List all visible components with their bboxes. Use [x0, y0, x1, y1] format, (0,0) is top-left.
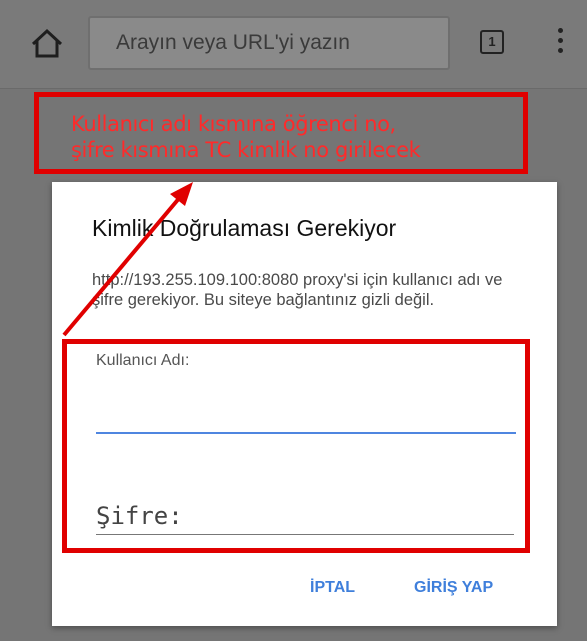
username-field[interactable]	[96, 394, 516, 434]
login-button[interactable]: GİRİŞ YAP	[408, 575, 499, 601]
password-field[interactable]	[96, 498, 514, 535]
dialog-title: Kimlik Doğrulaması Gerekiyor	[92, 215, 397, 241]
annotation-line-1: Kullanıcı adı kısmına öğrenci no,	[71, 112, 396, 136]
url-input[interactable]	[90, 18, 448, 68]
browser-toolbar: 1	[0, 0, 587, 89]
auth-dialog: Kimlik Doğrulaması Gerekiyor http://193.…	[52, 182, 557, 626]
cancel-button[interactable]: İPTAL	[304, 575, 361, 601]
address-bar[interactable]	[88, 16, 450, 70]
annotation-line-2: şifre kısmına TC kimlik no girilecek	[71, 138, 421, 162]
tab-switcher-icon[interactable]: 1	[480, 30, 504, 54]
annotation-callout: Kullanıcı adı kısmına öğrenci no, şifre …	[34, 92, 528, 174]
username-label: Kullanıcı Adı:	[96, 352, 190, 369]
dialog-message: http://193.255.109.100:8080 proxy'si içi…	[92, 271, 503, 309]
overflow-menu-icon[interactable]	[554, 28, 566, 62]
home-icon[interactable]	[30, 28, 64, 58]
